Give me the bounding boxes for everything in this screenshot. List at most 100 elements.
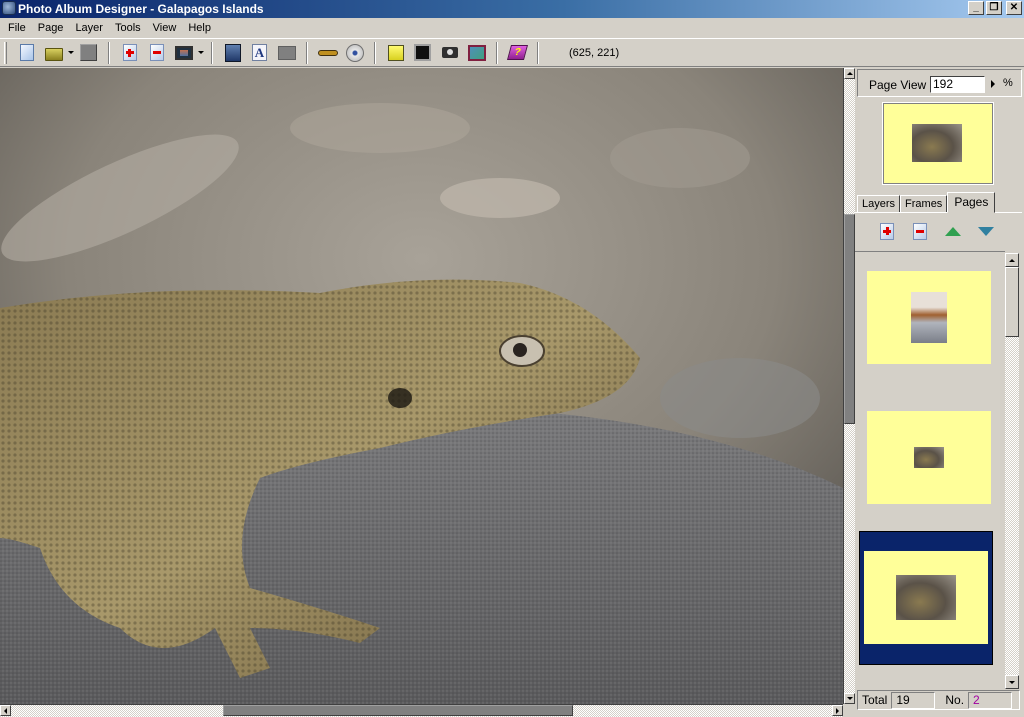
page-thumbnail[interactable] <box>859 411 993 545</box>
screensaver-button[interactable] <box>412 42 434 64</box>
page-number-label: No. <box>945 693 965 707</box>
cd-icon <box>345 43 364 62</box>
capture-button[interactable] <box>439 42 461 64</box>
open-folder-icon <box>44 47 63 61</box>
add-page-tool-button[interactable] <box>877 221 897 241</box>
scroll-left-button[interactable] <box>0 705 11 716</box>
pages-list <box>855 251 1005 689</box>
camera-icon <box>441 47 458 58</box>
title-bar: Photo Album Designer - Galapagos Islands… <box>0 0 1024 18</box>
menu-page[interactable]: Page <box>32 18 70 38</box>
page-view-label: Page View <box>869 78 927 92</box>
open-dropdown-button[interactable] <box>67 42 75 64</box>
toolbar-separator <box>374 41 376 64</box>
total-value: 19 <box>891 691 936 709</box>
page-sheet <box>867 411 991 504</box>
arrow-down-icon <box>846 697 853 700</box>
page-number-value: 2 <box>968 691 1013 709</box>
arrow-right-icon <box>836 707 839 714</box>
page-sheet <box>867 271 991 364</box>
tab-frames[interactable]: Frames <box>900 195 948 213</box>
add-text-button[interactable]: A <box>249 42 271 64</box>
pages-scroll-thumb[interactable] <box>1005 267 1019 337</box>
vertical-scroll-thumb[interactable] <box>844 214 855 424</box>
preview-photo <box>912 124 962 162</box>
page-add-icon <box>880 222 894 240</box>
page-canvas[interactable] <box>0 68 843 704</box>
preview-button[interactable] <box>466 42 488 64</box>
horizontal-scroll-thumb[interactable] <box>223 705 573 716</box>
gradient-icon <box>467 44 486 61</box>
pages-scroll-up-button[interactable] <box>1005 253 1019 267</box>
help-button[interactable]: ? <box>506 42 529 64</box>
move-page-up-button[interactable] <box>943 221 963 241</box>
scroll-down-button[interactable] <box>844 693 855 704</box>
background-button[interactable] <box>173 42 195 64</box>
pages-scroll-down-button[interactable] <box>1005 675 1019 689</box>
arrow-up-icon <box>945 226 961 236</box>
scroll-right-button[interactable] <box>832 705 843 716</box>
toolbar-grip[interactable] <box>4 41 7 64</box>
restore-button[interactable]: ❐ <box>986 1 1002 15</box>
page-photo <box>911 292 947 343</box>
menu-tools[interactable]: Tools <box>109 18 147 38</box>
export-button[interactable] <box>385 42 407 64</box>
delete-page-button[interactable] <box>146 42 168 64</box>
page-delete-icon <box>913 222 927 240</box>
panel-tabs: Layers Frames Pages <box>857 192 996 213</box>
settings-button[interactable] <box>317 42 339 64</box>
right-panel: Page View 192 % Layers Frames Pages Tota… <box>855 68 1024 717</box>
new-album-button[interactable] <box>16 42 38 64</box>
rectangle-icon <box>277 45 296 60</box>
minimize-button[interactable]: _ <box>968 1 984 15</box>
wrench-icon <box>317 49 338 56</box>
arrow-left-icon <box>4 707 7 714</box>
menu-layer[interactable]: Layer <box>69 18 109 38</box>
window-title: Photo Album Designer - Galapagos Islands <box>18 2 264 16</box>
tab-layers[interactable]: Layers <box>857 195 901 213</box>
arrow-down-icon <box>1009 680 1015 684</box>
page-view-zoom-input[interactable]: 192 <box>930 76 985 93</box>
help-book-icon: ? <box>506 45 529 60</box>
scroll-up-button[interactable] <box>844 68 855 79</box>
background-dropdown-button[interactable] <box>197 42 205 64</box>
black-screen-icon <box>414 44 431 61</box>
tab-pages[interactable]: Pages <box>947 192 996 213</box>
arrow-up-icon <box>846 72 853 75</box>
page-preview[interactable] <box>882 102 994 185</box>
pages-status-bar: Total 19 No. 2 <box>857 690 1020 710</box>
arrow-up-icon <box>1009 258 1015 262</box>
image-frame-icon <box>224 43 241 62</box>
close-button[interactable]: ✕ <box>1006 1 1022 15</box>
delete-page-tool-button[interactable] <box>910 221 930 241</box>
page-delete-icon <box>149 44 164 61</box>
page-thumbnail-selected[interactable] <box>859 531 993 665</box>
page-photo <box>896 575 956 620</box>
add-page-button[interactable] <box>119 42 141 64</box>
toolbar-separator <box>537 41 539 64</box>
new-document-icon <box>19 44 34 61</box>
menu-bar: File Page Layer Tools View Help <box>0 18 1024 38</box>
add-image-frame-button[interactable] <box>222 42 244 64</box>
zoom-arrow-icon[interactable] <box>991 80 995 88</box>
burn-cd-button[interactable] <box>344 42 366 64</box>
toolbar: A ? (625, 221) <box>0 38 1024 67</box>
canvas-vertical-scrollbar[interactable] <box>843 68 855 704</box>
menu-view[interactable]: View <box>147 18 183 38</box>
move-page-down-button[interactable] <box>976 221 996 241</box>
page-photo <box>914 447 944 468</box>
canvas-horizontal-scrollbar[interactable] <box>0 704 843 717</box>
menu-file[interactable]: File <box>2 18 32 38</box>
pages-tab-body <box>855 212 1022 689</box>
box-icon <box>387 44 404 61</box>
arrow-down-icon <box>978 226 994 236</box>
pages-list-scrollbar[interactable] <box>1005 253 1019 689</box>
save-album-button[interactable] <box>78 42 100 64</box>
add-shape-button[interactable] <box>276 42 298 64</box>
page-tools <box>877 221 996 241</box>
open-album-button[interactable] <box>43 42 65 64</box>
menu-help[interactable]: Help <box>182 18 217 38</box>
text-icon: A <box>252 44 267 61</box>
page-thumbnail[interactable] <box>859 271 993 405</box>
app-icon[interactable] <box>2 1 16 15</box>
